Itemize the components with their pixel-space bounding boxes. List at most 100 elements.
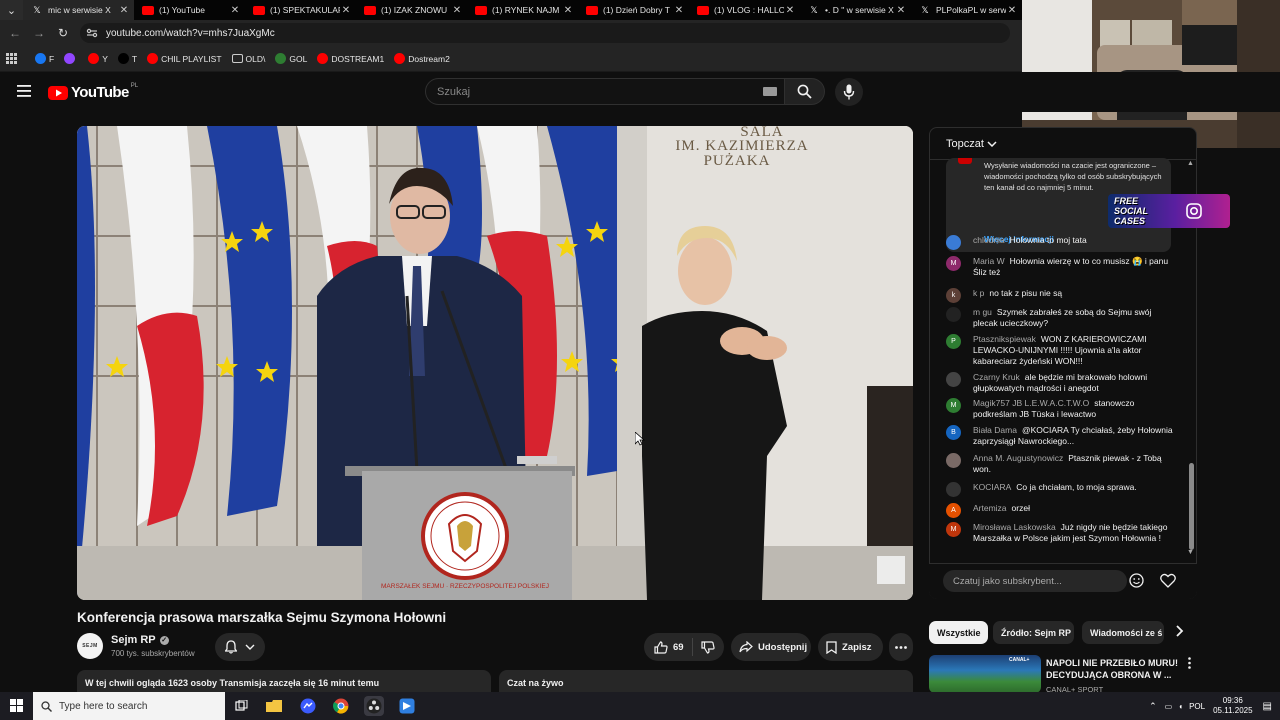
chat-message[interactable]: A Artemiza orzeł <box>946 503 1176 518</box>
browser-tab[interactable]: 𝕏mic w serwisie X ✕ <box>23 0 134 20</box>
bookmark-item[interactable]: Y <box>88 53 108 64</box>
chat-author-avatar[interactable] <box>946 453 961 468</box>
chat-author-name[interactable]: KOCIARA <box>973 482 1011 492</box>
chat-author-name[interactable]: Anna M. Augustynowicz <box>973 453 1063 463</box>
browser-tab[interactable]: (1) VLOG : HALLO ✕ <box>689 0 800 20</box>
chat-message[interactable]: B Biała Dama @KOCIARA Ty chciałaś, żeby Ho… <box>946 425 1176 447</box>
bookmark-item[interactable]: Dostream2 <box>394 53 450 64</box>
browser-tab[interactable]: 𝕏 •. D " w serwisie X ✕ <box>800 0 911 20</box>
chat-message[interactable]: chlodnia Holownia to moj tata <box>946 235 1176 250</box>
bookmark-item[interactable]: DOSTREAM1 <box>317 53 384 64</box>
like-button[interactable]: 69 <box>644 638 693 656</box>
menu-button[interactable] <box>17 85 31 97</box>
chat-author-avatar[interactable] <box>946 482 961 497</box>
site-info-icon[interactable] <box>86 28 98 38</box>
tab-search-button[interactable]: ⌄ <box>0 0 23 20</box>
chat-scrollbar-thumb[interactable] <box>1189 463 1194 550</box>
bookmark-item[interactable]: F <box>35 53 54 64</box>
apps-button[interactable] <box>6 53 17 64</box>
close-icon[interactable]: ✕ <box>451 5 463 16</box>
chat-author-name[interactable]: Artemiza <box>973 503 1007 513</box>
browser-tab[interactable]: (1) Dzień Dobry T ✕ <box>578 0 689 20</box>
bookmark-item[interactable]: CHIL PLAYLIST <box>147 53 222 64</box>
chat-input[interactable]: Czatuj jako subskrybent... <box>943 570 1127 592</box>
close-icon[interactable]: ✕ <box>1006 5 1018 16</box>
bookmark-item[interactable] <box>64 53 78 64</box>
chat-author-avatar[interactable]: M <box>946 522 961 537</box>
chat-scroll-down-icon[interactable]: ▼ <box>1187 549 1194 556</box>
voice-search-button[interactable] <box>835 78 863 106</box>
filter-chip[interactable]: Wiadomości ze ś <box>1082 621 1164 644</box>
search-button[interactable] <box>785 78 825 105</box>
chat-message[interactable]: Anna M. Augustynowicz Ptasznik piewak - z… <box>946 453 1176 475</box>
chat-message[interactable]: Czarny Kruk ale będzie mi brakowało holow… <box>946 372 1176 394</box>
browser-tab[interactable]: (1) YouTube ✕ <box>134 0 245 20</box>
chat-author-name[interactable]: Czarny Kruk <box>973 372 1020 382</box>
chat-author-avatar[interactable]: k <box>946 288 961 303</box>
close-icon[interactable]: ✕ <box>229 5 241 16</box>
task-view-button[interactable] <box>231 696 251 716</box>
chat-author-avatar[interactable] <box>946 235 961 250</box>
close-icon[interactable]: ✕ <box>340 5 352 16</box>
bookmark-item[interactable]: OLD\ <box>231 54 265 64</box>
description-box[interactable]: W tej chwili ogląda 1623 osoby Transmisj… <box>77 670 491 692</box>
filter-chip[interactable]: Źródło: Sejm RP <box>993 621 1074 644</box>
network-icon[interactable]: ▭ <box>1165 702 1173 711</box>
live-chat-replay-box[interactable]: Czat na żywo <box>499 670 913 692</box>
close-icon[interactable]: ✕ <box>895 5 907 16</box>
chat-author-name[interactable]: Maria W <box>973 256 1005 266</box>
back-button[interactable]: ← <box>3 20 27 46</box>
file-explorer-button[interactable] <box>264 696 284 716</box>
browser-tab[interactable]: (1) SPEKTAKULAR ✕ <box>245 0 356 20</box>
channel-name-link[interactable]: Sejm RP ✓ <box>111 634 169 646</box>
chat-author-name[interactable]: Magik757 JB L.E.W.A.C.T.W.O <box>973 398 1089 408</box>
recommended-video-thumbnail[interactable]: CANAL+ <box>929 655 1041 693</box>
chat-message[interactable]: KOCIARA Co ja chciałam, to moja sprawa. <box>946 482 1176 497</box>
reload-button[interactable]: ↻ <box>51 20 75 46</box>
forward-button[interactable]: → <box>27 20 51 46</box>
youtube-logo[interactable]: YouTube PL <box>48 83 138 101</box>
recommended-more-button[interactable] <box>1188 657 1191 669</box>
language-indicator[interactable]: POL <box>1189 702 1205 711</box>
close-icon[interactable]: ✕ <box>784 5 796 16</box>
share-button[interactable]: Udostępnij <box>731 633 811 661</box>
close-icon[interactable]: ✕ <box>562 5 574 16</box>
chrome-button[interactable] <box>331 696 351 716</box>
app-button-1[interactable] <box>298 696 318 716</box>
obs-button[interactable] <box>364 696 384 716</box>
save-button[interactable]: Zapisz <box>818 633 883 661</box>
super-thanks-button[interactable] <box>1160 573 1176 588</box>
more-actions-button[interactable] <box>889 633 913 661</box>
search-input[interactable]: Szukaj <box>425 78 785 105</box>
chat-author-avatar[interactable] <box>946 307 961 322</box>
app-button-2[interactable] <box>397 696 417 716</box>
chat-author-name[interactable]: Mirosława Laskowska <box>973 522 1056 532</box>
bookmark-item[interactable]: T <box>117 53 137 64</box>
start-button[interactable] <box>10 699 23 712</box>
chat-author-avatar[interactable]: M <box>946 398 961 413</box>
chat-author-avatar[interactable] <box>946 372 961 387</box>
bookmark-item[interactable]: GOL <box>275 53 307 64</box>
chat-message[interactable]: M Magik757 JB L.E.W.A.C.T.W.O stanowczo po… <box>946 398 1176 420</box>
chat-author-avatar[interactable]: M <box>946 256 961 271</box>
chat-author-avatar[interactable]: B <box>946 425 961 440</box>
chat-scroll-up-icon[interactable]: ▲ <box>1187 160 1194 167</box>
chat-author-avatar[interactable]: P <box>946 334 961 349</box>
chat-message[interactable]: k k p no tak z pisu nie są <box>946 288 1176 303</box>
chat-message[interactable]: M Maria W Hołownia wierzę w to co musisz 😭… <box>946 256 1176 278</box>
address-bar[interactable]: youtube.com/watch?v=mhs7JuaXgMc <box>80 23 1010 43</box>
channel-avatar[interactable]: SEJM <box>77 633 103 659</box>
video-player[interactable]: SALA IM. KAZIMIERZA PUŻAKA MARSZAŁEK SEJ… <box>77 126 913 600</box>
keyboard-icon[interactable] <box>763 87 777 96</box>
chat-author-name[interactable]: k p <box>973 288 984 298</box>
chat-author-name[interactable]: Ptasznikspiewak <box>973 334 1036 344</box>
chat-message[interactable]: M Mirosława Laskowska Już nigdy nie będzie… <box>946 522 1176 544</box>
dislike-button[interactable] <box>693 640 715 654</box>
taskbar-search-input[interactable]: Type here to search <box>33 692 225 720</box>
chat-message[interactable]: P Ptasznikspiewak WON Z KARIEROWICZAMI LEW… <box>946 334 1176 367</box>
chips-next-button[interactable] <box>1176 625 1184 637</box>
close-icon[interactable]: ✕ <box>673 5 685 16</box>
notification-bell-button[interactable] <box>215 633 265 661</box>
notification-icon[interactable]: ▤ <box>1263 701 1272 712</box>
volume-icon[interactable]: ◖ <box>1178 702 1183 711</box>
